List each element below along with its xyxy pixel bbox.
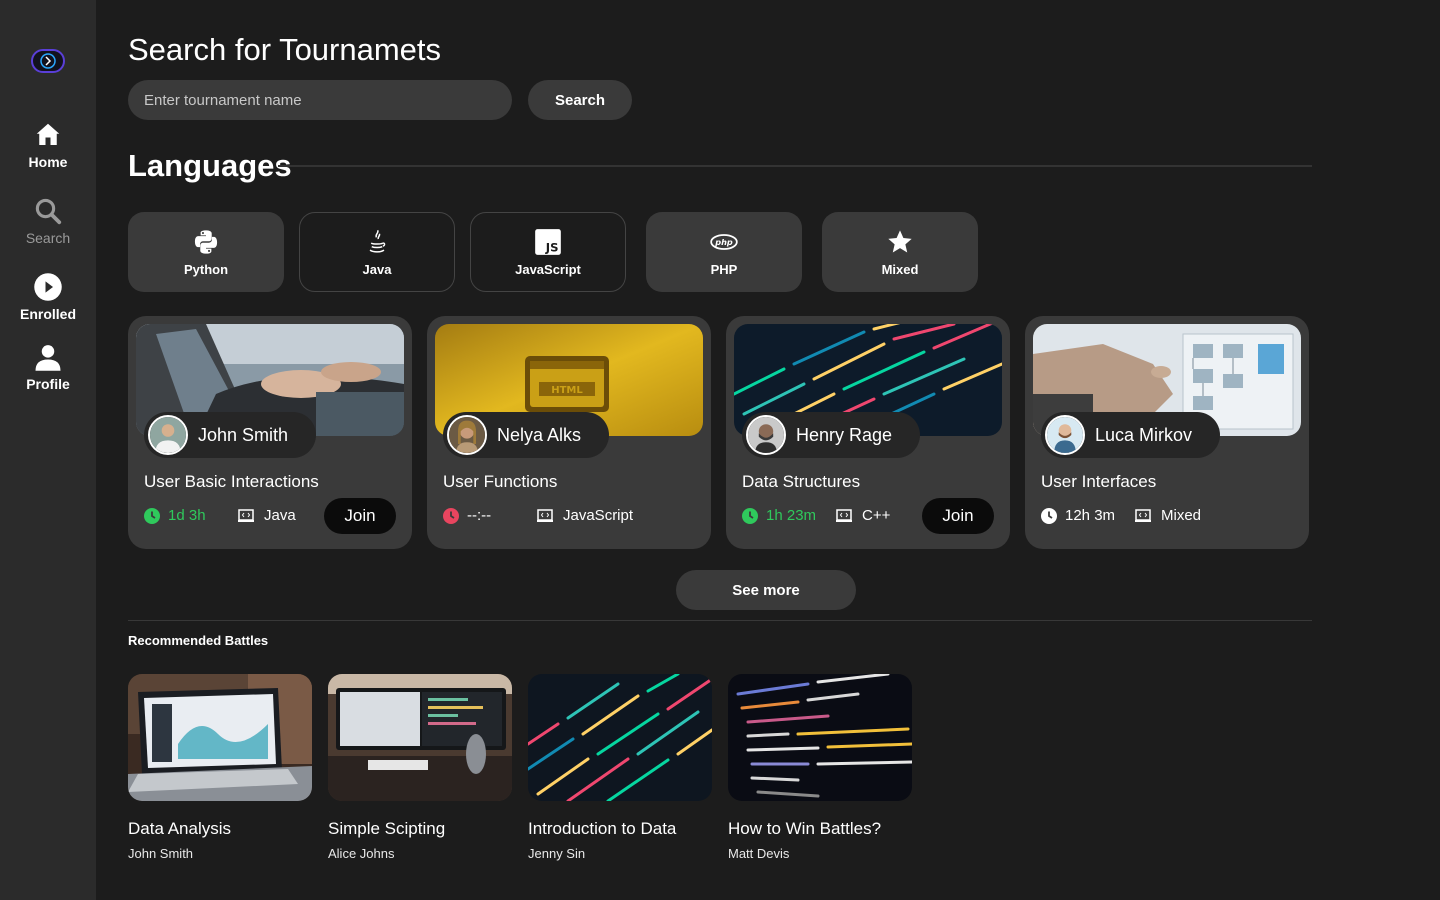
nav-profile-label: Profile [26,376,70,392]
tournament-language: Mixed [1161,507,1202,524]
avatar [447,415,487,455]
svg-text:HTML: HTML [551,385,583,396]
join-button[interactable]: Join [922,498,994,534]
language-javascript[interactable]: JS JavaScript [470,212,626,292]
tournament-meta: 12h 3m Mixed [1041,507,1201,524]
time-remaining: 1h 23m [766,507,817,524]
language-label: Mixed [881,261,919,277]
host-chip: Henry Rage [742,412,921,458]
java-icon [369,229,386,253]
search-button[interactable]: Search [528,80,632,120]
language-mixed[interactable]: Mixed [822,212,978,292]
tournament-card[interactable]: John Smith User Basic Interactions 1d 3h… [128,316,412,549]
tournament-meta: 1d 3h Java [144,507,296,524]
language-label: PHP [710,261,738,277]
tournament-card[interactable]: HTML Nelya Alks User Functions --:-- Jav… [427,316,711,549]
tournament-language: JavaScript [563,507,634,524]
recommended-title: Recommended Battles [128,633,269,648]
avatar [1045,415,1085,455]
search-input[interactable] [128,80,512,120]
battle-title: Data Analysis [128,819,231,838]
home-icon [36,123,60,145]
language-label: Python [183,261,229,277]
python-icon [194,229,218,254]
tournament-language: C++ [862,507,891,524]
battle-author: John Smith [128,846,194,861]
tournament-meta: --:-- JavaScript [443,507,633,524]
user-icon [35,345,61,371]
host-chip: Luca Mirkov [1041,412,1221,458]
time-remaining: 12h 3m [1065,507,1116,524]
avatar [746,415,786,455]
tournament-language: Java [264,507,296,524]
page-title: Search for Tournamets [128,32,442,67]
battle-author: Alice Johns [328,846,395,861]
language-python[interactable]: Python [128,212,284,292]
svg-text:php: php [714,236,733,246]
javascript-icon: JS [535,228,561,255]
language-php[interactable]: php PHP [646,212,802,292]
nav-search[interactable]: Search [0,196,96,246]
svg-text:JS: JS [545,240,559,254]
php-icon: php [710,233,738,250]
nav-enrolled-label: Enrolled [19,306,76,322]
tournament-meta: 1h 23m C++ [742,507,890,524]
battle-title: Simple Scipting [328,819,446,838]
code-window-icon [537,508,553,522]
host-chip: John Smith [144,412,317,458]
host-name: Luca Mirkov [1095,424,1193,445]
language-label: Java [362,261,392,277]
tournament-title: User Basic Interactions [144,472,319,491]
battle-image [128,674,312,801]
host-name: Nelya Alks [497,424,582,445]
battle-image [528,674,712,801]
battle-image [328,674,512,801]
language-label: JavaScript [515,261,581,277]
host-name: Henry Rage [796,424,893,445]
nav-search-label: Search [25,230,71,246]
battle-title: Introduction to Data [528,819,677,838]
battle-image [728,674,912,801]
clock-icon [1041,507,1057,524]
sidebar: Home Search Enrolled Profile [0,0,96,900]
clock-icon [443,507,459,524]
tournament-card[interactable]: Luca Mirkov User Interfaces 12h 3m Mixed [1025,316,1309,549]
battle-card[interactable]: Data Analysis John Smith [128,674,312,861]
tournament-title: Data Structures [742,472,861,491]
code-window-icon [1135,508,1151,522]
battle-card[interactable]: Simple Scipting Alice Johns [328,674,512,861]
nav-enrolled[interactable]: Enrolled [0,272,96,322]
section-divider [278,165,1312,167]
code-window-icon [238,508,254,522]
battle-card[interactable]: Introduction to Data Jenny Sin [528,674,712,861]
tournament-card[interactable]: Henry Rage Data Structures 1h 23m C++ Jo… [726,316,1010,549]
avatar [148,415,188,455]
battle-card[interactable]: How to Win Battles? Matt Devis [728,674,912,861]
join-button[interactable]: Join [324,498,396,534]
search-icon [35,198,62,225]
host-name: John Smith [198,424,289,445]
clock-icon [144,507,160,524]
language-java[interactable]: Java [299,212,455,292]
time-remaining: 1d 3h [168,507,206,524]
app-logo[interactable] [30,46,66,76]
nav-profile[interactable]: Profile [0,342,96,392]
host-chip: Nelya Alks [443,412,610,458]
nav-home[interactable]: Home [0,120,96,170]
battle-author: Matt Devis [728,846,790,861]
tournament-title: User Functions [443,472,558,491]
see-more-button[interactable]: See more [676,570,856,610]
languages-title: Languages [128,148,292,183]
nav-home-label: Home [28,154,68,170]
time-remaining: --:-- [467,507,492,524]
battle-author: Jenny Sin [528,846,586,861]
battle-title: How to Win Battles? [728,819,882,838]
star-icon [888,229,912,252]
tournament-title: User Interfaces [1041,472,1157,491]
section-divider [128,620,1312,621]
clock-icon [742,507,758,524]
code-window-icon [836,508,852,522]
play-circle-icon [34,273,62,301]
